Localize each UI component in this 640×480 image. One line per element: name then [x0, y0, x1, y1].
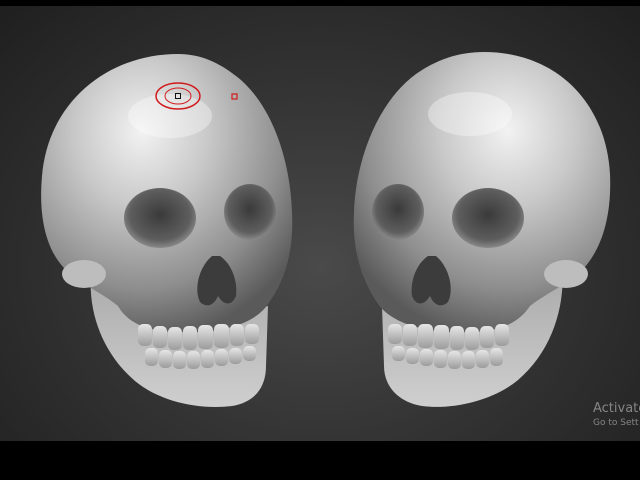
- viewport-canvas[interactable]: [0, 6, 640, 441]
- skull-left-eye-socket-right: [224, 184, 276, 240]
- skull-right-eye-socket-left: [372, 184, 424, 240]
- bottom-letterbox: [0, 441, 640, 480]
- skull-right-forehead-highlight: [428, 92, 512, 136]
- watermark-line-1: Activate: [593, 401, 640, 416]
- skull-right-eye-socket-right: [452, 188, 524, 248]
- skull-left-eye-socket-left: [124, 188, 196, 248]
- watermark-line-2: Go to Sett: [593, 418, 639, 428]
- sculpt-viewport[interactable]: Activate Go to Sett: [0, 6, 640, 441]
- os-activation-watermark: Activate Go to Sett: [593, 401, 640, 429]
- skull-right-cheekbone: [544, 260, 588, 288]
- skull-right[interactable]: [353, 52, 611, 407]
- skull-left-cheekbone: [62, 260, 106, 288]
